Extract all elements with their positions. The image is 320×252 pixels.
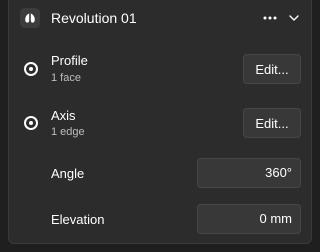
- axis-label: Axis: [51, 108, 76, 123]
- profile-radio[interactable]: [24, 62, 38, 76]
- elevation-input[interactable]: 0 mm: [197, 204, 301, 234]
- more-horizontal-icon: [263, 16, 277, 20]
- more-options-button[interactable]: [262, 11, 278, 25]
- panel-title: Revolution 01: [51, 10, 137, 26]
- axis-radio[interactable]: [24, 116, 38, 130]
- elevation-label: Elevation: [51, 212, 105, 227]
- profile-selection-count: 1 face: [51, 72, 81, 84]
- revolution-panel: Revolution 01 Profile 1 face Edit... Axi…: [8, 0, 312, 244]
- angle-input[interactable]: 360°: [197, 158, 301, 188]
- axis-edit-button[interactable]: Edit...: [243, 108, 301, 138]
- panel-header: Revolution 01: [9, 0, 311, 36]
- profile-label: Profile: [51, 53, 88, 68]
- axis-selection-count: 1 edge: [51, 126, 85, 138]
- collapse-button[interactable]: [287, 11, 301, 25]
- chevron-down-icon: [289, 15, 299, 21]
- revolve-feature-icon: [20, 8, 40, 28]
- angle-label: Angle: [51, 166, 85, 181]
- profile-edit-button[interactable]: Edit...: [243, 54, 301, 84]
